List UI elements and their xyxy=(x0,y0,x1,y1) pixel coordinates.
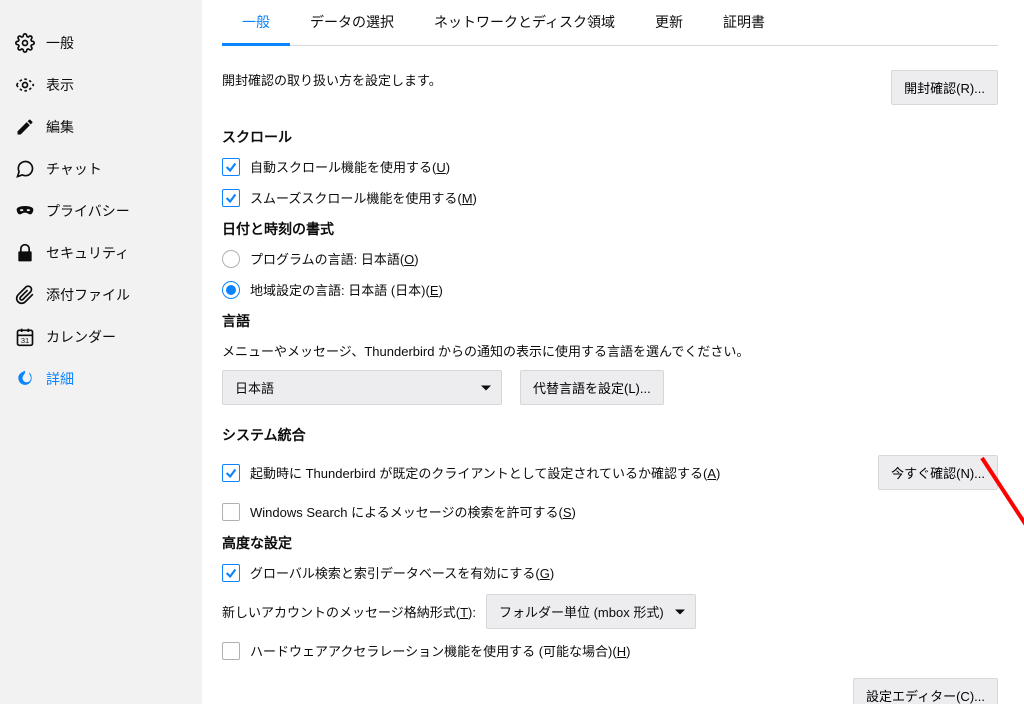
language-heading: 言語 xyxy=(222,311,998,331)
checkbox-icon xyxy=(222,642,240,660)
sidebar-item-label: カレンダー xyxy=(46,327,116,347)
sidebar-item-label: チャット xyxy=(46,159,102,179)
sidebar-item-label: 一般 xyxy=(46,33,74,53)
radio-icon xyxy=(222,281,240,299)
checkbox-label: グローバル検索と索引データベースを有効にする(G) xyxy=(250,563,554,582)
auto-scroll-checkbox[interactable]: 自動スクロール機能を使用する(U) xyxy=(222,157,998,176)
chat-icon xyxy=(14,158,36,180)
sidebar-item-advanced[interactable]: 詳細 xyxy=(0,358,202,400)
main-content: 一般 データの選択 ネットワークとディスク領域 更新 証明書 開封確認の取り扱い… xyxy=(202,0,1024,704)
tab-data-choices[interactable]: データの選択 xyxy=(290,0,414,45)
checkbox-label: Windows Search によるメッセージの検索を許可する(S) xyxy=(250,502,576,521)
smooth-scroll-checkbox[interactable]: スムーズスクロール機能を使用する(M) xyxy=(222,188,998,207)
checkbox-label: 起動時に Thunderbird が既定のクライアントとして設定されているか確認… xyxy=(250,463,720,482)
global-search-checkbox[interactable]: グローバル検索と索引データベースを有効にする(G) xyxy=(222,563,998,582)
gear-icon xyxy=(14,32,36,54)
sidebar-item-label: 添付ファイル xyxy=(46,285,130,305)
sidebar-item-label: プライバシー xyxy=(46,201,130,221)
return-receipt-button[interactable]: 開封確認(R)... xyxy=(891,70,998,105)
tab-certificates[interactable]: 証明書 xyxy=(703,0,785,45)
storage-format-label: 新しいアカウントのメッセージ格納形式(T): xyxy=(222,602,476,621)
storage-format-select[interactable]: フォルダー単位 (mbox 形式) xyxy=(486,594,696,629)
calendar-icon: 31 xyxy=(14,326,36,348)
checkbox-label: ハードウェアアクセラレーション機能を使用する (可能な場合)(H) xyxy=(250,641,630,660)
sidebar-item-label: 表示 xyxy=(46,75,74,95)
checkbox-icon xyxy=(222,189,240,207)
tab-general[interactable]: 一般 xyxy=(222,0,290,45)
checkbox-icon xyxy=(222,564,240,582)
system-heading: システム統合 xyxy=(222,425,998,445)
radio-label: 地域設定の言語: 日本語 (日本)(E) xyxy=(250,280,443,299)
tab-bar: 一般 データの選択 ネットワークとディスク領域 更新 証明書 xyxy=(222,0,998,46)
svg-text:31: 31 xyxy=(21,336,29,345)
category-sidebar: 一般 表示 編集 チャット プライバシー セキュリティ 添付ファイル xyxy=(0,0,202,704)
language-select[interactable]: 日本語 xyxy=(222,370,502,405)
language-desc: メニューやメッセージ、Thunderbird からの通知の表示に使用する言語を選… xyxy=(222,341,998,360)
datetime-heading: 日付と時刻の書式 xyxy=(222,219,998,239)
sidebar-item-privacy[interactable]: プライバシー xyxy=(0,190,202,232)
advanced-heading: 高度な設定 xyxy=(222,533,998,553)
default-client-checkbox[interactable]: 起動時に Thunderbird が既定のクライアントとして設定されているか確認… xyxy=(222,463,720,482)
sidebar-item-label: 編集 xyxy=(46,117,74,137)
sidebar-item-security[interactable]: セキュリティ xyxy=(0,232,202,274)
tab-network-disk[interactable]: ネットワークとディスク領域 xyxy=(414,0,635,45)
windows-search-checkbox[interactable]: Windows Search によるメッセージの検索を許可する(S) xyxy=(222,502,998,521)
pencil-icon xyxy=(14,116,36,138)
attachment-icon xyxy=(14,284,36,306)
check-now-button[interactable]: 今すぐ確認(N)... xyxy=(878,455,998,490)
sidebar-item-composition[interactable]: 編集 xyxy=(0,106,202,148)
config-editor-button[interactable]: 設定エディター(C)... xyxy=(853,678,998,704)
select-value: 日本語 xyxy=(235,378,274,397)
select-value: フォルダー単位 (mbox 形式) xyxy=(499,602,664,621)
sidebar-item-chat[interactable]: チャット xyxy=(0,148,202,190)
sidebar-item-label: セキュリティ xyxy=(46,243,129,263)
radio-label: プログラムの言語: 日本語(O) xyxy=(250,249,419,268)
sidebar-item-attachments[interactable]: 添付ファイル xyxy=(0,274,202,316)
checkbox-icon xyxy=(222,464,240,482)
alt-language-button[interactable]: 代替言語を設定(L)... xyxy=(520,370,664,405)
sidebar-item-calendar[interactable]: 31 カレンダー xyxy=(0,316,202,358)
sidebar-item-general[interactable]: 一般 xyxy=(0,22,202,64)
eye-icon xyxy=(14,74,36,96)
radio-icon xyxy=(222,250,240,268)
checkbox-icon xyxy=(222,158,240,176)
region-language-radio[interactable]: 地域設定の言語: 日本語 (日本)(E) xyxy=(222,280,998,299)
sidebar-item-display[interactable]: 表示 xyxy=(0,64,202,106)
sidebar-item-label: 詳細 xyxy=(46,369,74,389)
checkbox-label: 自動スクロール機能を使用する(U) xyxy=(250,157,450,176)
return-receipt-desc: 開封確認の取り扱い方を設定します。 xyxy=(222,70,442,89)
checkbox-label: スムーズスクロール機能を使用する(M) xyxy=(250,188,477,207)
flame-icon xyxy=(14,368,36,390)
hw-accel-checkbox[interactable]: ハードウェアアクセラレーション機能を使用する (可能な場合)(H) xyxy=(222,641,998,660)
program-language-radio[interactable]: プログラムの言語: 日本語(O) xyxy=(222,249,998,268)
mask-icon xyxy=(14,200,36,222)
tab-update[interactable]: 更新 xyxy=(635,0,703,45)
scroll-heading: スクロール xyxy=(222,127,998,147)
checkbox-icon xyxy=(222,503,240,521)
lock-icon xyxy=(14,242,36,264)
